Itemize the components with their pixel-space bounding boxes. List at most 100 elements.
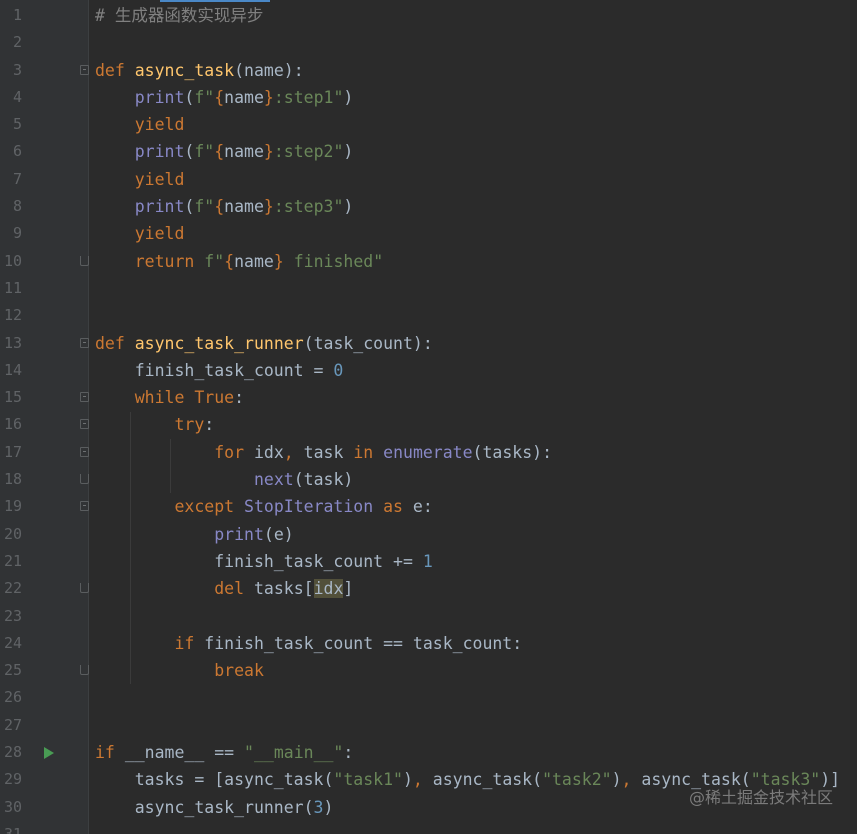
code-line[interactable]: 9 yield [0, 220, 857, 247]
code-token: name [234, 251, 274, 271]
fold-end-icon[interactable] [80, 255, 89, 266]
code-token: 0 [333, 360, 344, 380]
code-line[interactable]: 26 [0, 684, 857, 711]
code-token: f" [194, 87, 215, 107]
code-text[interactable]: yield [95, 220, 185, 247]
code-text[interactable]: except StopIteration as e: [95, 493, 432, 520]
code-text[interactable]: if finish_task_count == task_count: [95, 630, 522, 657]
code-lines[interactable]: 1 # 生成器函数实现异步 2 3 def async_task(name): 4 pri… [0, 2, 857, 834]
code-text[interactable]: print(f"{name}:step2") [95, 138, 354, 165]
code-token: : [204, 415, 215, 435]
code-text[interactable]: if __name__ == "__main__": [95, 739, 353, 766]
code-line[interactable]: 23 [0, 603, 857, 630]
fold-expand-icon[interactable] [80, 337, 89, 348]
code-line[interactable]: 17 for idx, task in enumerate(tasks): [0, 439, 857, 466]
line-number: 5 [12, 115, 22, 134]
code-token: :step3" [273, 197, 344, 217]
code-text[interactable]: def async_task_runner(task_count): [95, 330, 433, 357]
code-line[interactable]: 5 yield [0, 111, 857, 138]
code-line[interactable]: 25 break [0, 657, 857, 684]
fold-expand-icon[interactable] [80, 64, 89, 75]
code-line[interactable]: 31 [0, 821, 857, 834]
fold-expand-icon[interactable] [80, 392, 89, 403]
code-token: ) [343, 197, 354, 217]
code-text[interactable]: yield [95, 111, 185, 138]
code-text[interactable]: print(e) [95, 521, 294, 548]
code-token: def [95, 60, 135, 80]
code-token: f" [194, 197, 215, 217]
code-text[interactable]: def async_task(name): [95, 57, 304, 84]
code-text[interactable]: finish_task_count = 0 [95, 357, 344, 384]
code-text[interactable]: for idx, task in enumerate(tasks): [95, 439, 552, 466]
fold-end-icon[interactable] [80, 665, 89, 676]
line-number: 28 [3, 743, 22, 762]
code-text[interactable]: try: [95, 411, 214, 438]
code-text[interactable]: print(f"{name}:step3") [95, 193, 354, 220]
code-line[interactable]: 15 while True: [0, 384, 857, 411]
line-number: 31 [3, 824, 22, 834]
code-text[interactable]: yield [95, 166, 185, 193]
code-token: name [224, 197, 264, 217]
line-number: 30 [3, 797, 22, 816]
code-line[interactable]: 11 [0, 275, 857, 302]
code-token: 1 [422, 551, 433, 571]
run-icon[interactable] [44, 747, 54, 760]
fold-end-icon[interactable] [80, 474, 89, 485]
line-number: 15 [3, 388, 22, 407]
code-line[interactable]: 22 del tasks[idx] [0, 575, 857, 602]
code-token: idx [313, 579, 344, 599]
code-text[interactable]: del tasks[idx] [95, 575, 353, 602]
code-token: yield [134, 169, 185, 189]
code-line[interactable]: 8 print(f"{name}:step3") [0, 193, 857, 220]
code-token: } [263, 142, 274, 162]
code-text[interactable]: while True: [95, 384, 244, 411]
code-line[interactable]: 16 try: [0, 411, 857, 438]
code-text[interactable]: print(f"{name}:step1") [95, 84, 354, 111]
code-line[interactable]: 7 yield [0, 166, 857, 193]
code-token: (e) [263, 524, 294, 544]
code-line[interactable]: 2 [0, 29, 857, 56]
code-line[interactable]: 21 finish_task_count += 1 [0, 548, 857, 575]
code-token: } [263, 197, 274, 217]
fold-expand-icon[interactable] [80, 419, 89, 430]
code-text[interactable]: break [95, 657, 264, 684]
code-text[interactable]: async_task_runner(3) [95, 794, 334, 821]
code-line[interactable]: 1 # 生成器函数实现异步 [0, 2, 857, 29]
fold-expand-icon[interactable] [80, 446, 89, 457]
code-line[interactable]: 3 def async_task(name): [0, 57, 857, 84]
code-text[interactable]: finish_task_count += 1 [95, 548, 433, 575]
line-number: 21 [3, 551, 22, 570]
code-line[interactable]: 4 print(f"{name}:step1") [0, 84, 857, 111]
code-line[interactable]: 18 next(task) [0, 466, 857, 493]
code-text[interactable]: next(task) [95, 466, 353, 493]
code-line[interactable]: 28 if __name__ == "__main__": [0, 739, 857, 766]
code-line[interactable]: 13 def async_task_runner(task_count): [0, 330, 857, 357]
code-token: yield [134, 224, 185, 244]
code-text[interactable]: return f"{name} finished" [95, 248, 383, 275]
code-line[interactable]: 14 finish_task_count = 0 [0, 357, 857, 384]
line-number: 23 [3, 606, 22, 625]
code-line[interactable]: 12 [0, 302, 857, 329]
code-line[interactable]: 27 [0, 712, 857, 739]
code-line[interactable]: 6 print(f"{name}:step2") [0, 138, 857, 165]
fold-end-icon[interactable] [80, 583, 89, 594]
line-number: 8 [12, 197, 22, 216]
code-line[interactable]: 24 if finish_task_count == task_count: [0, 630, 857, 657]
code-line[interactable]: 19 except StopIteration as e: [0, 493, 857, 520]
code-token: # 生成器函数实现异步 [95, 6, 264, 25]
code-token: task [303, 442, 354, 462]
code-token: name [224, 142, 264, 162]
code-line[interactable]: 20 print(e) [0, 521, 857, 548]
code-text[interactable]: # 生成器函数实现异步 [95, 2, 263, 29]
code-token: while [134, 388, 195, 408]
line-number: 14 [3, 360, 22, 379]
fold-expand-icon[interactable] [80, 501, 89, 512]
code-token: print [214, 524, 264, 544]
code-editor[interactable]: 1 # 生成器函数实现异步 2 3 def async_task(name): 4 pri… [0, 0, 857, 834]
code-line[interactable]: 10 return f"{name} finished" [0, 248, 857, 275]
